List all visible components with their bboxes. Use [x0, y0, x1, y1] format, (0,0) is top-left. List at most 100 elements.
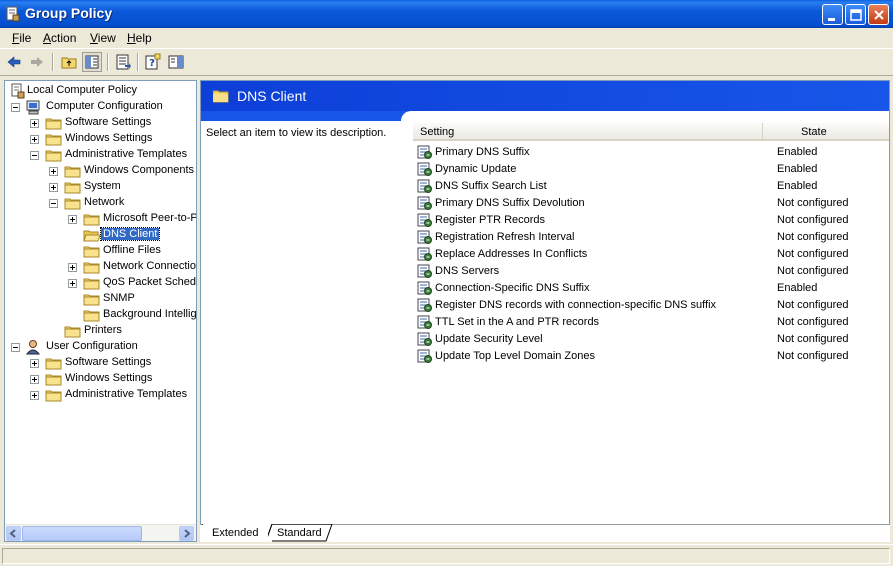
maximize-icon — [850, 9, 862, 21]
computer-icon — [25, 99, 43, 115]
tab-extended[interactable]: Extended — [200, 525, 269, 542]
tree-item-user-configuration[interactable]: User Configuration — [5, 339, 196, 355]
setting-row[interactable]: Register PTR Records Not configured — [413, 212, 883, 229]
menu-help[interactable]: Help — [127, 31, 152, 45]
setting-state: Not configured — [777, 265, 849, 277]
tree-item-software-settings[interactable]: Software Settings — [5, 115, 196, 131]
tree-item-system[interactable]: System — [5, 179, 196, 195]
folder-icon — [64, 323, 82, 339]
folder-up-icon — [61, 57, 77, 69]
folder-icon — [83, 307, 101, 323]
export-list-button[interactable] — [113, 52, 133, 72]
collapse-icon[interactable] — [11, 343, 20, 352]
tree-item-user-windows-settings[interactable]: Windows Settings — [5, 371, 196, 387]
close-button[interactable] — [868, 4, 889, 25]
details-header: DNS Client — [201, 81, 889, 111]
tree-item-offline-files[interactable]: Offline Files — [5, 243, 196, 259]
column-state-label: State — [801, 126, 827, 138]
tab-standard[interactable]: Standard — [265, 525, 332, 542]
tree-item-microsoft-peer-to-peer[interactable]: Microsoft Peer-to-P — [5, 211, 196, 227]
expand-icon[interactable] — [68, 279, 77, 288]
minimize-button[interactable] — [822, 4, 843, 25]
forward-arrow-icon — [31, 57, 43, 67]
tree-item-qos-packet-scheduler[interactable]: QoS Packet Schedu — [5, 275, 196, 291]
expand-icon[interactable] — [68, 263, 77, 272]
collapse-icon[interactable] — [11, 103, 20, 112]
tree-horizontal-scrollbar[interactable] — [5, 524, 196, 541]
folder-icon — [213, 90, 229, 103]
tree-item-local-computer-policy[interactable]: Local Computer Policy — [5, 83, 196, 99]
up-one-level-button[interactable] — [59, 52, 79, 72]
setting-row[interactable]: Registration Refresh Interval Not configu… — [413, 229, 883, 246]
menu-view[interactable]: View — [90, 31, 116, 45]
collapse-icon[interactable] — [49, 199, 58, 208]
expand-icon[interactable] — [30, 135, 39, 144]
title-bar[interactable]: Group Policy — [0, 0, 893, 28]
scroll-right-button[interactable] — [179, 526, 194, 541]
maximize-button[interactable] — [845, 4, 866, 25]
setting-state: Enabled — [777, 180, 818, 192]
tree-item-label: SNMP — [103, 292, 135, 304]
tree-item-network[interactable]: Network — [5, 195, 196, 211]
tree-item-windows-components[interactable]: Windows Components — [5, 163, 196, 179]
back-button[interactable] — [4, 52, 24, 72]
expand-icon[interactable] — [49, 167, 58, 176]
scroll-thumb[interactable] — [22, 526, 142, 541]
setting-row[interactable]: Primary DNS Suffix Devolution Not configu… — [413, 195, 883, 212]
tree-item-dns-client[interactable]: DNS Client — [5, 227, 196, 243]
setting-state: Not configured — [777, 231, 849, 243]
help-button[interactable]: ? — [143, 52, 163, 72]
tree-item-user-software-settings[interactable]: Software Settings — [5, 355, 196, 371]
back-arrow-icon — [7, 56, 21, 68]
expand-icon[interactable] — [30, 375, 39, 384]
setting-row[interactable]: Replace Addresses In Conflicts Not config… — [413, 246, 883, 263]
folder-icon — [64, 195, 82, 211]
tree-item-windows-settings[interactable]: Windows Settings — [5, 131, 196, 147]
folder-icon — [45, 147, 63, 163]
collapse-icon[interactable] — [30, 151, 39, 160]
policy-setting-icon — [417, 314, 433, 330]
scroll-left-button[interactable] — [6, 526, 21, 541]
forward-button[interactable] — [27, 52, 47, 72]
tree-item-administrative-templates[interactable]: Administrative Templates — [5, 147, 196, 163]
expand-icon[interactable] — [30, 391, 39, 400]
tree-item-snmp[interactable]: SNMP — [5, 291, 196, 307]
folder-icon — [45, 355, 63, 371]
setting-row[interactable]: TTL Set in the A and PTR records Not conf… — [413, 314, 883, 331]
setting-row[interactable]: Register DNS records with connection-spe… — [413, 297, 883, 314]
setting-state: Not configured — [777, 299, 849, 311]
show-hide-action-pane-button[interactable] — [166, 52, 186, 72]
tree-item-user-administrative-templates[interactable]: Administrative Templates — [5, 387, 196, 403]
policy-setting-icon — [417, 263, 433, 279]
view-tabs: Extended Standard — [200, 524, 890, 542]
expand-icon[interactable] — [49, 183, 58, 192]
policy-setting-icon — [417, 195, 433, 211]
show-hide-tree-button[interactable] — [82, 52, 102, 72]
setting-row[interactable]: Update Top Level Domain Zones Not configu… — [413, 348, 883, 365]
column-header-setting[interactable]: Setting — [413, 123, 763, 141]
setting-row[interactable]: Update Security Level Not configured — [413, 331, 883, 348]
setting-row[interactable]: Primary DNS Suffix Enabled — [413, 144, 883, 161]
tree-item-label: QoS Packet Schedu — [103, 276, 197, 288]
settings-list[interactable]: Setting State Primary DNS Suffix Enabled D… — [413, 121, 889, 525]
setting-row[interactable]: Connection-Specific DNS Suffix Enabled — [413, 280, 883, 297]
tree-item-background-intelligent[interactable]: Background Intellig — [5, 307, 196, 323]
menu-file[interactable]: File — [12, 31, 31, 45]
setting-name: Update Top Level Domain Zones — [435, 350, 596, 362]
setting-row[interactable]: Dynamic Update Enabled — [413, 161, 883, 178]
tree-item-label: Local Computer Policy — [27, 84, 138, 96]
tree-item-printers[interactable]: Printers — [5, 323, 196, 339]
setting-row[interactable]: DNS Suffix Search List Enabled — [413, 178, 883, 195]
tree-item-network-connections[interactable]: Network Connectio — [5, 259, 196, 275]
expand-icon[interactable] — [30, 119, 39, 128]
menu-action[interactable]: Action — [43, 31, 76, 45]
console-tree[interactable]: Local Computer Policy Computer Configurat… — [4, 80, 197, 542]
tree-item-label: DNS Client — [99, 227, 161, 241]
action-pane-icon — [168, 55, 184, 69]
setting-row[interactable]: DNS Servers Not configured — [413, 263, 883, 280]
tree-item-computer-configuration[interactable]: Computer Configuration — [5, 99, 196, 115]
doc-icon — [9, 83, 27, 99]
expand-icon[interactable] — [68, 215, 77, 224]
column-header-state[interactable]: State — [763, 123, 889, 141]
expand-icon[interactable] — [30, 359, 39, 368]
